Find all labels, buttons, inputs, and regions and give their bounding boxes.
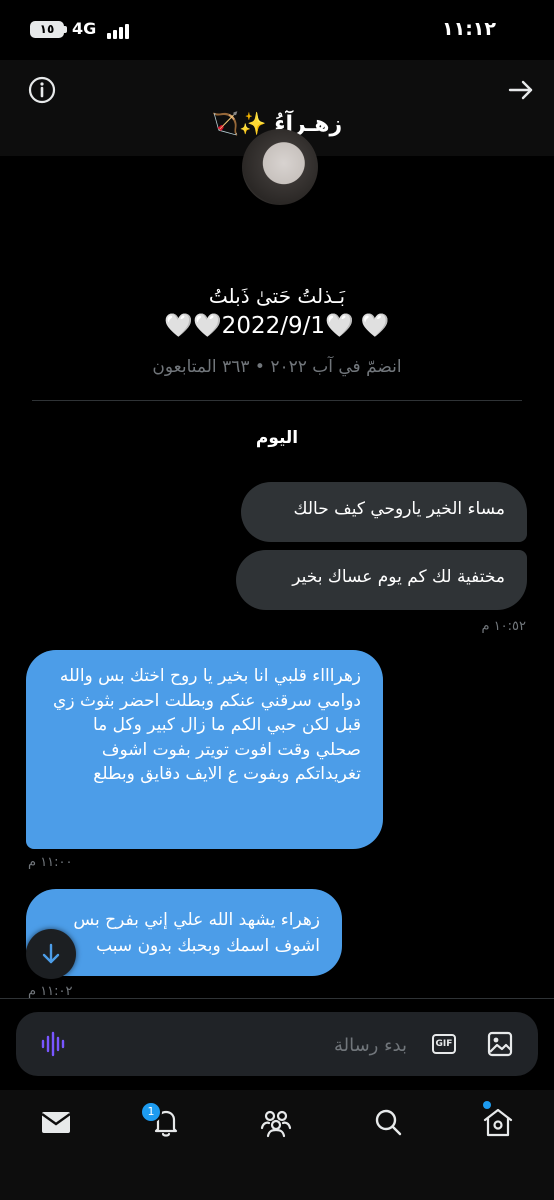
divider (32, 400, 522, 401)
arrow-down-icon (42, 943, 60, 964)
message-timestamp: ١١:٠٠ م (28, 855, 73, 870)
received-message[interactable]: مختفية لك كم يوم عساك بخير (236, 550, 527, 610)
home-unread-dot (483, 1101, 491, 1109)
notification-badge: 1 (140, 1101, 162, 1123)
profile-bio-line: 🤍🤍2022/9/1🤍 🤍 (164, 313, 390, 339)
network-indicator: 4G (72, 19, 97, 38)
image-icon (487, 1031, 513, 1057)
tab-messages[interactable] (38, 1104, 74, 1140)
status-time: ١١:١٢ (442, 18, 496, 40)
tab-search[interactable] (370, 1104, 406, 1140)
home-icon (483, 1108, 513, 1137)
signal-icon (107, 23, 131, 39)
sent-message[interactable]: زهراااء قلبي انا بخير يا روح اختك بس وال… (26, 650, 383, 849)
day-separator: اليوم (255, 428, 299, 448)
info-button[interactable] (27, 75, 57, 105)
scroll-to-bottom-button[interactable] (26, 929, 76, 979)
message-input[interactable] (95, 1024, 409, 1066)
tab-communities[interactable] (258, 1104, 294, 1140)
voice-message-button[interactable] (40, 1030, 68, 1058)
voice-waveform-icon (41, 1031, 65, 1057)
battery-cap (64, 26, 67, 33)
avatar[interactable] (242, 129, 318, 205)
message-timestamp: ١١:٠٢ م (28, 984, 73, 999)
people-icon (260, 1110, 292, 1138)
search-icon (375, 1109, 402, 1136)
profile-bio-line: بَـذلتُ حَتىٰ ذَبلتُ (208, 284, 346, 308)
arrow-right-icon (508, 80, 533, 100)
tab-home[interactable] (480, 1104, 516, 1140)
profile-meta: انضمّ في آب ٢٠٢٢ • ٣٦٣ المتابعون (152, 357, 402, 377)
image-button[interactable] (486, 1030, 514, 1058)
back-button[interactable] (506, 75, 536, 105)
battery-indicator: ١٥ (30, 21, 64, 38)
received-message[interactable]: مساء الخير ياروحي كيف حالك (241, 482, 527, 542)
info-icon (28, 76, 56, 104)
envelope-icon (41, 1112, 71, 1133)
message-timestamp: ١٠:٥٢ م (481, 619, 527, 634)
gif-icon: GIF (432, 1034, 456, 1054)
